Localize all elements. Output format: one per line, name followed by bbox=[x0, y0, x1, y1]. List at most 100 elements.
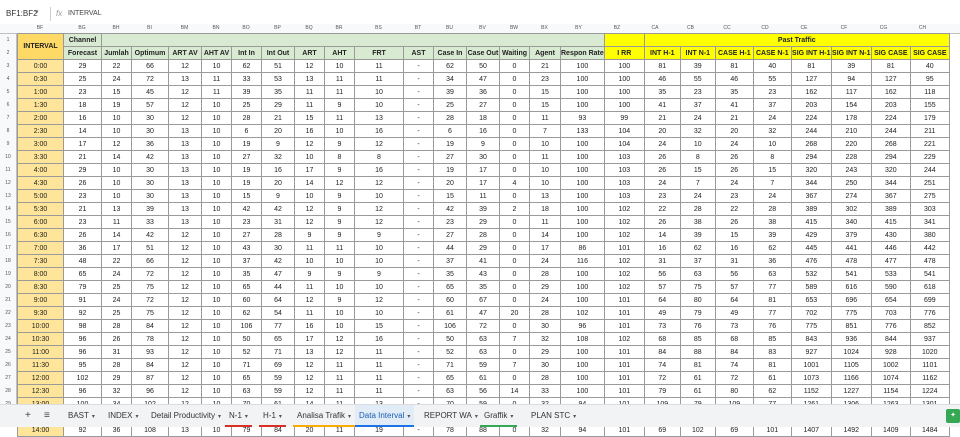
data-cell[interactable]: - bbox=[403, 306, 434, 320]
tab-menu-caret-icon[interactable]: ▾ bbox=[92, 414, 95, 420]
data-cell[interactable]: 0 bbox=[499, 215, 530, 229]
interval-cell[interactable]: 1:00 bbox=[17, 85, 64, 99]
column-letter[interactable]: CF bbox=[824, 24, 864, 33]
data-cell[interactable]: 10 bbox=[354, 85, 404, 99]
data-cell[interactable]: 10 bbox=[201, 280, 232, 294]
data-cell[interactable]: 15 bbox=[679, 163, 716, 177]
column-letter[interactable]: BN bbox=[201, 24, 231, 33]
column-header[interactable]: CASE N-1 bbox=[752, 46, 792, 60]
data-cell[interactable]: 30 bbox=[131, 163, 169, 177]
interval-cell[interactable]: 10:30 bbox=[17, 332, 64, 346]
data-cell[interactable]: 91 bbox=[63, 293, 102, 307]
data-cell[interactable]: 10 bbox=[324, 59, 355, 73]
data-cell[interactable]: 699 bbox=[909, 293, 950, 307]
row-number[interactable]: 3 bbox=[0, 59, 17, 73]
data-cell[interactable]: 30 bbox=[261, 241, 295, 255]
data-cell[interactable]: 11 bbox=[354, 72, 404, 86]
tab-menu-caret-icon[interactable]: ▾ bbox=[135, 414, 138, 420]
data-cell[interactable]: 10 bbox=[294, 150, 325, 164]
tab-menu-caret-icon[interactable]: ▾ bbox=[348, 414, 351, 420]
data-cell[interactable]: 10 bbox=[529, 163, 561, 177]
row-number[interactable]: 19 bbox=[0, 267, 17, 281]
data-cell[interactable]: 11 bbox=[294, 241, 325, 255]
sheet-tab[interactable]: INDEX ▾ bbox=[104, 405, 142, 427]
data-cell[interactable]: 100 bbox=[560, 228, 605, 242]
data-cell[interactable]: 63 bbox=[466, 332, 500, 346]
interval-cell[interactable]: 7:30 bbox=[17, 254, 64, 268]
data-cell[interactable]: 12 bbox=[168, 319, 202, 333]
data-cell[interactable]: 12 bbox=[294, 384, 325, 398]
data-cell[interactable]: 19 bbox=[433, 163, 467, 177]
data-cell[interactable]: 12 bbox=[354, 137, 404, 151]
column-header[interactable]: ART AV bbox=[168, 46, 202, 60]
interval-cell[interactable]: 12:00 bbox=[17, 371, 64, 385]
data-cell[interactable]: 10 bbox=[101, 163, 132, 177]
interval-cell[interactable]: 1:30 bbox=[17, 98, 64, 112]
data-cell[interactable]: 12 bbox=[168, 306, 202, 320]
column-letter[interactable]: BO bbox=[231, 24, 261, 33]
data-cell[interactable]: 101 bbox=[603, 384, 645, 398]
data-cell[interactable]: 12 bbox=[324, 332, 355, 346]
data-cell[interactable]: 344 bbox=[870, 176, 911, 190]
data-cell[interactable]: 13 bbox=[168, 72, 202, 86]
data-cell[interactable]: 99 bbox=[603, 111, 645, 125]
data-cell[interactable]: 62 bbox=[231, 306, 262, 320]
data-cell[interactable]: 14 bbox=[294, 176, 325, 190]
data-cell[interactable]: 52 bbox=[231, 345, 262, 359]
data-cell[interactable]: 10 bbox=[529, 176, 561, 190]
data-cell[interactable]: 15 bbox=[354, 319, 404, 333]
data-cell[interactable]: 25 bbox=[433, 98, 467, 112]
data-cell[interactable]: 0 bbox=[499, 150, 530, 164]
data-cell[interactable]: 103 bbox=[603, 189, 645, 203]
data-cell[interactable]: 367 bbox=[870, 189, 911, 203]
column-header[interactable]: Case In bbox=[433, 46, 467, 60]
data-cell[interactable]: 73 bbox=[643, 319, 681, 333]
data-cell[interactable]: 24 bbox=[752, 111, 792, 125]
row-number[interactable]: 1 bbox=[0, 33, 17, 47]
interval-cell[interactable]: 0:00 bbox=[17, 59, 64, 73]
column-header[interactable]: Optimum bbox=[131, 46, 169, 60]
data-cell[interactable]: 9 bbox=[324, 215, 355, 229]
explore-icon[interactable]: ✦ bbox=[946, 409, 960, 423]
data-cell[interactable]: 35 bbox=[714, 85, 754, 99]
data-cell[interactable]: 47 bbox=[466, 72, 500, 86]
data-cell[interactable]: 10 bbox=[201, 319, 232, 333]
data-cell[interactable]: 9 bbox=[294, 228, 325, 242]
data-cell[interactable]: 100 bbox=[603, 59, 645, 73]
data-cell[interactable]: 23 bbox=[643, 189, 681, 203]
row-number[interactable]: 4 bbox=[0, 72, 17, 86]
data-cell[interactable]: 30 bbox=[131, 176, 169, 190]
data-cell[interactable]: 39 bbox=[830, 59, 872, 73]
data-cell[interactable]: 101 bbox=[603, 293, 645, 307]
data-cell[interactable]: 429 bbox=[790, 228, 832, 242]
data-cell[interactable]: 68 bbox=[714, 332, 754, 346]
data-cell[interactable]: 12 bbox=[354, 202, 404, 216]
row-number[interactable]: 24 bbox=[0, 332, 17, 346]
column-header[interactable]: INT N-1 bbox=[679, 46, 716, 60]
data-cell[interactable]: 12 bbox=[168, 111, 202, 125]
data-cell[interactable]: 32 bbox=[261, 150, 295, 164]
data-cell[interactable]: 127 bbox=[870, 72, 911, 86]
data-cell[interactable]: 203 bbox=[790, 98, 832, 112]
column-header[interactable]: Int In bbox=[231, 46, 262, 60]
data-cell[interactable]: 118 bbox=[909, 85, 950, 99]
data-cell[interactable]: 0 bbox=[499, 98, 530, 112]
data-cell[interactable]: - bbox=[403, 228, 434, 242]
data-cell[interactable]: 56 bbox=[643, 267, 681, 281]
data-cell[interactable]: 31 bbox=[643, 254, 681, 268]
data-cell[interactable]: 24 bbox=[752, 189, 792, 203]
data-cell[interactable]: 11 bbox=[354, 358, 404, 372]
data-cell[interactable]: 79 bbox=[643, 384, 681, 398]
data-cell[interactable]: 117 bbox=[830, 85, 872, 99]
data-cell[interactable]: 23 bbox=[231, 215, 262, 229]
data-cell[interactable]: 24 bbox=[714, 137, 754, 151]
column-letter[interactable]: BH bbox=[101, 24, 131, 33]
data-cell[interactable]: 47 bbox=[466, 306, 500, 320]
data-cell[interactable]: 63 bbox=[679, 267, 716, 281]
data-cell[interactable]: 27 bbox=[433, 228, 467, 242]
data-cell[interactable]: 10 bbox=[201, 124, 232, 138]
data-cell[interactable]: 28 bbox=[529, 306, 561, 320]
data-cell[interactable]: 25 bbox=[101, 280, 132, 294]
data-cell[interactable]: 17 bbox=[294, 332, 325, 346]
data-cell[interactable]: 51 bbox=[261, 59, 295, 73]
